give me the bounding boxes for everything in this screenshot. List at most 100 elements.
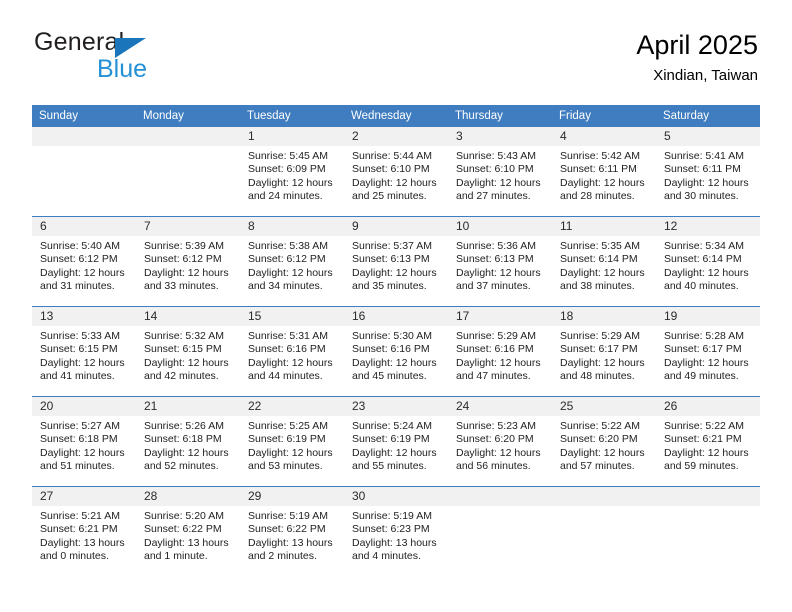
day-sun-info: Sunrise: 5:41 AM Sunset: 6:11 PM Daylight:… (656, 146, 760, 204)
day-number: 29 (240, 487, 344, 506)
daylight-text: Daylight: 12 hours and 42 minutes. (144, 356, 229, 383)
page-title: April 2025 (636, 30, 758, 60)
day-cell-content: 21 Sunrise: 5:26 AM Sunset: 6:18 PM Dayligh… (136, 397, 240, 486)
sunrise-text: Sunrise: 5:38 AM (248, 240, 328, 252)
day-cell-content (656, 487, 760, 576)
sunrise-text: Sunrise: 5:37 AM (352, 240, 432, 252)
day-sun-info: Sunrise: 5:33 AM Sunset: 6:15 PM Daylight:… (32, 326, 136, 384)
sunrise-text: Sunrise: 5:28 AM (664, 330, 744, 342)
calendar-day-cell[interactable]: 23 Sunrise: 5:24 AM Sunset: 6:19 PM Dayligh… (344, 396, 448, 487)
generalblue-logo[interactable]: General Blue (34, 28, 264, 90)
calendar-day-cell[interactable]: 21 Sunrise: 5:26 AM Sunset: 6:18 PM Dayligh… (136, 396, 240, 487)
sunrise-text: Sunrise: 5:19 AM (248, 510, 328, 522)
daylight-text: Daylight: 13 hours and 2 minutes. (248, 536, 333, 563)
sunset-text: Sunset: 6:11 PM (560, 163, 637, 176)
calendar-day-cell[interactable]: 17 Sunrise: 5:29 AM Sunset: 6:16 PM Dayligh… (448, 306, 552, 397)
day-number: 12 (656, 217, 760, 236)
calendar-day-cell[interactable]: 25 Sunrise: 5:22 AM Sunset: 6:20 PM Dayligh… (552, 396, 656, 487)
day-cell-content (552, 487, 656, 576)
calendar-day-cell[interactable]: 15 Sunrise: 5:31 AM Sunset: 6:16 PM Dayligh… (240, 306, 344, 397)
calendar-day-cell[interactable]: 8 Sunrise: 5:38 AM Sunset: 6:12 PM Daylight… (240, 216, 344, 307)
day-cell-content: 6 Sunrise: 5:40 AM Sunset: 6:12 PM Daylight… (32, 217, 136, 306)
sunrise-text: Sunrise: 5:21 AM (40, 510, 120, 522)
day-sun-info: Sunrise: 5:45 AM Sunset: 6:09 PM Daylight:… (240, 146, 344, 204)
day-cell-content: 3 Sunrise: 5:43 AM Sunset: 6:10 PM Daylight… (448, 127, 552, 216)
sunset-text: Sunset: 6:18 PM (144, 433, 222, 446)
calendar-day-cell[interactable]: 27 Sunrise: 5:21 AM Sunset: 6:21 PM Dayligh… (32, 486, 136, 576)
calendar-day-cell[interactable]: 2 Sunrise: 5:44 AM Sunset: 6:10 PM Daylight… (344, 127, 448, 217)
weekday-header-wednesday: Wednesday (344, 105, 448, 127)
day-sun-info: Sunrise: 5:23 AM Sunset: 6:20 PM Daylight:… (448, 416, 552, 474)
calendar-day-cell[interactable]: 14 Sunrise: 5:32 AM Sunset: 6:15 PM Dayligh… (136, 306, 240, 397)
day-number (656, 487, 760, 506)
calendar-day-cell-empty (32, 127, 136, 217)
daylight-text: Daylight: 12 hours and 47 minutes. (456, 356, 541, 383)
daylight-text: Daylight: 12 hours and 53 minutes. (248, 446, 333, 473)
day-number: 20 (32, 397, 136, 416)
day-number: 2 (344, 127, 448, 146)
sunset-text: Sunset: 6:20 PM (456, 433, 534, 446)
daylight-text: Daylight: 12 hours and 30 minutes. (664, 176, 749, 203)
day-cell-content: 26 Sunrise: 5:22 AM Sunset: 6:21 PM Dayligh… (656, 397, 760, 486)
calendar-day-cell[interactable]: 30 Sunrise: 5:19 AM Sunset: 6:23 PM Dayligh… (344, 486, 448, 576)
day-number: 6 (32, 217, 136, 236)
day-sun-info: Sunrise: 5:19 AM Sunset: 6:22 PM Daylight:… (240, 506, 344, 564)
calendar-day-cell[interactable]: 20 Sunrise: 5:27 AM Sunset: 6:18 PM Dayligh… (32, 396, 136, 487)
day-cell-content (136, 127, 240, 216)
day-sun-info: Sunrise: 5:27 AM Sunset: 6:18 PM Daylight:… (32, 416, 136, 474)
sunset-text: Sunset: 6:16 PM (456, 343, 534, 356)
daylight-text: Daylight: 12 hours and 25 minutes. (352, 176, 437, 203)
sunset-text: Sunset: 6:13 PM (456, 253, 534, 266)
sunset-text: Sunset: 6:19 PM (248, 433, 326, 446)
calendar-day-cell[interactable]: 5 Sunrise: 5:41 AM Sunset: 6:11 PM Daylight… (656, 127, 760, 217)
calendar-day-cell[interactable]: 6 Sunrise: 5:40 AM Sunset: 6:12 PM Daylight… (32, 216, 136, 307)
day-cell-content: 9 Sunrise: 5:37 AM Sunset: 6:13 PM Daylight… (344, 217, 448, 306)
calendar-day-cell[interactable]: 11 Sunrise: 5:35 AM Sunset: 6:14 PM Dayligh… (552, 216, 656, 307)
sunset-text: Sunset: 6:15 PM (144, 343, 222, 356)
sunrise-text: Sunrise: 5:22 AM (664, 420, 744, 432)
day-sun-info: Sunrise: 5:21 AM Sunset: 6:21 PM Daylight:… (32, 506, 136, 564)
day-cell-content: 11 Sunrise: 5:35 AM Sunset: 6:14 PM Dayligh… (552, 217, 656, 306)
daylight-text: Daylight: 12 hours and 28 minutes. (560, 176, 645, 203)
calendar-day-cell[interactable]: 18 Sunrise: 5:29 AM Sunset: 6:17 PM Dayligh… (552, 306, 656, 397)
day-cell-content: 25 Sunrise: 5:22 AM Sunset: 6:20 PM Dayligh… (552, 397, 656, 486)
sunset-text: Sunset: 6:17 PM (664, 343, 742, 356)
day-number: 23 (344, 397, 448, 416)
calendar-day-cell[interactable]: 10 Sunrise: 5:36 AM Sunset: 6:13 PM Dayligh… (448, 216, 552, 307)
calendar-day-cell[interactable]: 13 Sunrise: 5:33 AM Sunset: 6:15 PM Dayligh… (32, 306, 136, 397)
calendar-day-cell[interactable]: 1 Sunrise: 5:45 AM Sunset: 6:09 PM Daylight… (240, 127, 344, 217)
calendar-week-row: 1 Sunrise: 5:45 AM Sunset: 6:09 PM Daylight… (32, 127, 760, 217)
day-cell-content: 2 Sunrise: 5:44 AM Sunset: 6:10 PM Daylight… (344, 127, 448, 216)
calendar-day-cell[interactable]: 7 Sunrise: 5:39 AM Sunset: 6:12 PM Daylight… (136, 216, 240, 307)
calendar-day-cell[interactable]: 22 Sunrise: 5:25 AM Sunset: 6:19 PM Dayligh… (240, 396, 344, 487)
sunrise-text: Sunrise: 5:32 AM (144, 330, 224, 342)
calendar-table: Sunday Monday Tuesday Wednesday Thursday… (32, 105, 760, 576)
day-cell-content (448, 487, 552, 576)
calendar-day-cell[interactable]: 3 Sunrise: 5:43 AM Sunset: 6:10 PM Daylight… (448, 127, 552, 217)
daylight-text: Daylight: 12 hours and 34 minutes. (248, 266, 333, 293)
day-number: 28 (136, 487, 240, 506)
sunrise-text: Sunrise: 5:35 AM (560, 240, 640, 252)
weekday-header-tuesday: Tuesday (240, 105, 344, 127)
calendar-day-cell[interactable]: 16 Sunrise: 5:30 AM Sunset: 6:16 PM Dayligh… (344, 306, 448, 397)
calendar-day-cell[interactable]: 4 Sunrise: 5:42 AM Sunset: 6:11 PM Daylight… (552, 127, 656, 217)
day-number: 8 (240, 217, 344, 236)
day-cell-content: 29 Sunrise: 5:19 AM Sunset: 6:22 PM Dayligh… (240, 487, 344, 576)
calendar-day-cell[interactable]: 26 Sunrise: 5:22 AM Sunset: 6:21 PM Dayligh… (656, 396, 760, 487)
weekday-header-friday: Friday (552, 105, 656, 127)
sunrise-text: Sunrise: 5:25 AM (248, 420, 328, 432)
calendar-day-cell[interactable]: 28 Sunrise: 5:20 AM Sunset: 6:22 PM Dayligh… (136, 486, 240, 576)
calendar-day-cell[interactable]: 19 Sunrise: 5:28 AM Sunset: 6:17 PM Dayligh… (656, 306, 760, 397)
daylight-text: Daylight: 13 hours and 0 minutes. (40, 536, 125, 563)
calendar-day-cell[interactable]: 12 Sunrise: 5:34 AM Sunset: 6:14 PM Dayligh… (656, 216, 760, 307)
day-cell-content: 16 Sunrise: 5:30 AM Sunset: 6:16 PM Dayligh… (344, 307, 448, 396)
day-sun-info: Sunrise: 5:29 AM Sunset: 6:16 PM Daylight:… (448, 326, 552, 384)
calendar-day-cell[interactable]: 9 Sunrise: 5:37 AM Sunset: 6:13 PM Daylight… (344, 216, 448, 307)
day-sun-info: Sunrise: 5:39 AM Sunset: 6:12 PM Daylight:… (136, 236, 240, 294)
calendar-week-row: 27 Sunrise: 5:21 AM Sunset: 6:21 PM Dayligh… (32, 486, 760, 576)
sunrise-text: Sunrise: 5:40 AM (40, 240, 120, 252)
day-number (552, 487, 656, 506)
calendar-day-cell[interactable]: 24 Sunrise: 5:23 AM Sunset: 6:20 PM Dayligh… (448, 396, 552, 487)
day-cell-content: 14 Sunrise: 5:32 AM Sunset: 6:15 PM Dayligh… (136, 307, 240, 396)
calendar-day-cell[interactable]: 29 Sunrise: 5:19 AM Sunset: 6:22 PM Dayligh… (240, 486, 344, 576)
